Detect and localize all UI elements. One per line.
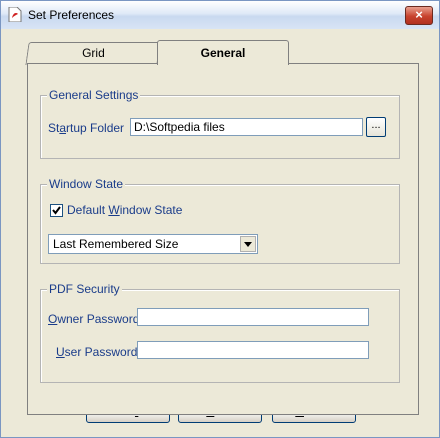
general-tab-panel: General Settings Startup Folder D:\Softp… bbox=[27, 63, 419, 415]
window-state-group: Window State Default Window State Last R… bbox=[40, 177, 400, 264]
ellipsis-icon: ... bbox=[371, 119, 381, 131]
dropdown-button[interactable] bbox=[240, 236, 256, 252]
pdf-security-group: PDF Security Owner Password: User Passwo… bbox=[40, 282, 400, 383]
owner-password-label: Owner Password: bbox=[48, 312, 143, 326]
window-state-legend: Window State bbox=[47, 177, 126, 191]
dialog-client-area: Grid General General Settings Startup Fo… bbox=[7, 31, 433, 432]
chevron-down-icon bbox=[244, 242, 252, 247]
set-preferences-window: Set Preferences × Grid General General S… bbox=[0, 0, 440, 438]
title-bar[interactable]: Set Preferences × bbox=[1, 1, 439, 29]
user-password-input[interactable] bbox=[137, 341, 369, 359]
pdf-security-legend: PDF Security bbox=[47, 282, 122, 296]
pdf-icon bbox=[8, 7, 22, 22]
tab-grid[interactable]: Grid bbox=[25, 42, 161, 65]
close-icon: × bbox=[415, 7, 423, 22]
user-password-label: User Password: bbox=[56, 345, 141, 359]
tab-grid-label: Grid bbox=[81, 46, 105, 60]
general-settings-legend: General Settings bbox=[47, 88, 141, 102]
startup-folder-label: Startup Folder bbox=[48, 121, 125, 135]
browse-folder-button[interactable]: ... bbox=[366, 117, 386, 137]
owner-password-input[interactable] bbox=[137, 308, 369, 326]
close-button[interactable]: × bbox=[405, 6, 433, 25]
window-state-dropdown[interactable]: Last Remembered Size bbox=[48, 234, 258, 254]
default-window-state-checkbox[interactable] bbox=[50, 204, 63, 217]
general-settings-group: General Settings Startup Folder D:\Softp… bbox=[40, 88, 400, 159]
window-title: Set Preferences bbox=[28, 8, 115, 22]
tab-general[interactable]: General bbox=[157, 40, 289, 65]
default-window-state-label[interactable]: Default Window State bbox=[67, 203, 182, 217]
startup-folder-input[interactable]: D:\Softpedia files bbox=[130, 118, 363, 136]
tab-general-label: General bbox=[200, 46, 246, 60]
check-mark-icon bbox=[52, 206, 61, 215]
window-state-dropdown-value: Last Remembered Size bbox=[53, 237, 179, 251]
